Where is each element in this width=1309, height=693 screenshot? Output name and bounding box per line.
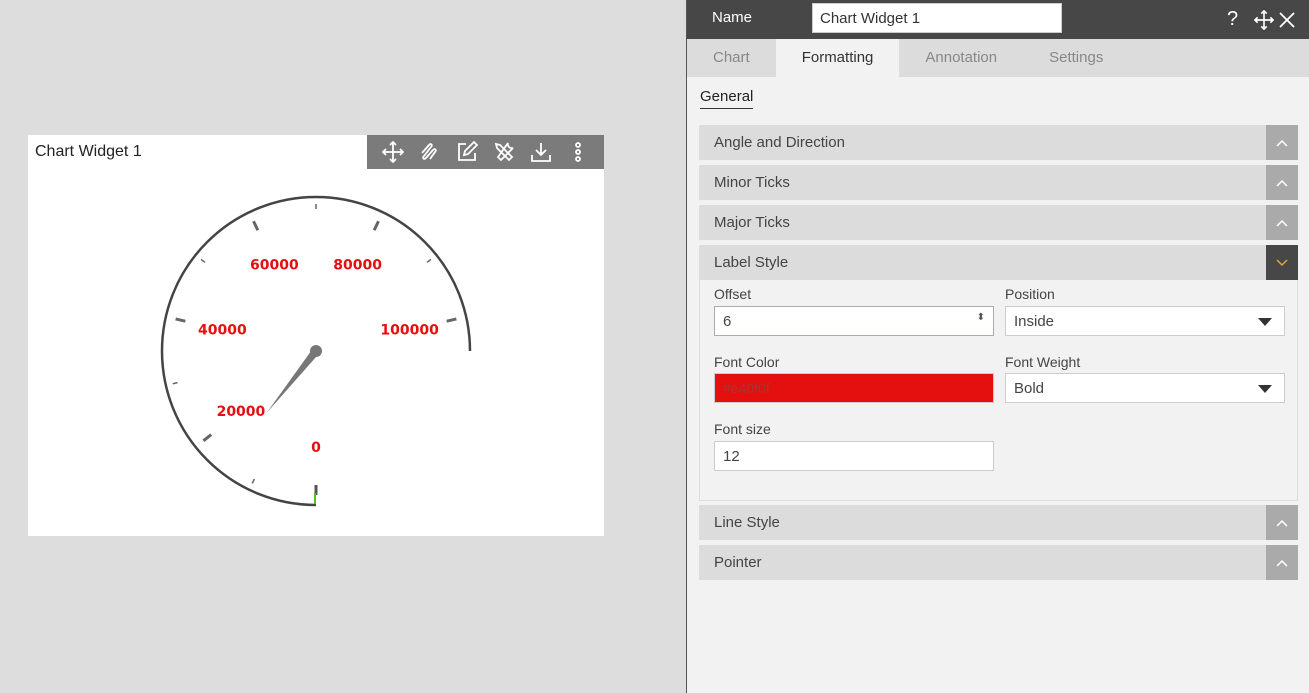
major-tick [372, 220, 380, 231]
tick-label: 80000 [333, 258, 382, 274]
section-label-style[interactable]: Label Style [699, 245, 1298, 280]
offset-label: Offset [714, 286, 752, 302]
chevron-up-icon[interactable] [1266, 205, 1298, 240]
widget-title: Chart Widget 1 [35, 143, 142, 160]
link-icon[interactable] [418, 140, 442, 164]
font-color-label: Font Color [714, 354, 780, 370]
minor-tick [426, 258, 432, 264]
spinner-icon[interactable]: ⬍ [977, 312, 985, 323]
position-label: Position [1005, 286, 1055, 302]
section-pointer[interactable]: Pointer [699, 545, 1298, 580]
tick-label: 60000 [250, 258, 299, 274]
chevron-up-icon[interactable] [1266, 165, 1298, 200]
minor-tick [200, 258, 206, 264]
offset-input[interactable]: 6 ⬍ [714, 306, 994, 336]
subtab-general[interactable]: General [700, 88, 754, 109]
move-icon[interactable] [1253, 9, 1275, 36]
pointer-cap [310, 345, 322, 357]
section-title: Angle and Direction [714, 134, 845, 151]
section-title: Line Style [714, 514, 780, 531]
section-major-ticks[interactable]: Major Ticks [699, 205, 1298, 240]
major-tick [202, 433, 213, 442]
name-input[interactable] [812, 3, 1062, 33]
section-title: Pointer [714, 554, 762, 571]
font-size-input[interactable]: 12 [714, 441, 994, 471]
move-icon[interactable] [381, 140, 405, 164]
font-weight-label: Font Weight [1005, 354, 1081, 370]
download-icon[interactable] [529, 140, 553, 164]
widget-toolbar [367, 135, 604, 169]
font-weight-value: Bold [1014, 380, 1045, 397]
help-icon[interactable]: ? [1227, 8, 1238, 31]
font-color-input[interactable]: #e40f0f [714, 373, 994, 403]
properties-panel: Name ? Chart Formatting Annotation Setti… [686, 0, 1309, 693]
gauge-pointer [266, 348, 320, 413]
position-select[interactable]: Inside [1005, 306, 1285, 336]
major-tick [175, 317, 186, 323]
offset-value: 6 [723, 313, 732, 330]
tab-annotation[interactable]: Annotation [899, 39, 1023, 77]
minor-tick [251, 478, 256, 484]
close-icon[interactable] [1279, 11, 1295, 34]
chevron-up-icon[interactable] [1266, 545, 1298, 580]
panel-header: Name ? [687, 0, 1309, 39]
major-tick [252, 220, 260, 231]
tab-chart[interactable]: Chart [687, 39, 776, 77]
tools-icon[interactable] [492, 140, 516, 164]
section-minor-ticks[interactable]: Minor Ticks [699, 165, 1298, 200]
chevron-up-icon[interactable] [1266, 505, 1298, 540]
tick-label: 40000 [198, 323, 247, 339]
chevron-up-icon[interactable] [1266, 125, 1298, 160]
section-angle-direction[interactable]: Angle and Direction [699, 125, 1298, 160]
minor-tick [172, 381, 178, 385]
dropdown-arrow-icon [1258, 318, 1272, 326]
section-line-style[interactable]: Line Style [699, 505, 1298, 540]
panel-tabs: Chart Formatting Annotation Settings [687, 39, 1309, 77]
tab-settings[interactable]: Settings [1023, 39, 1129, 77]
chevron-down-icon[interactable] [1266, 245, 1298, 280]
tick-label: 0 [311, 440, 321, 456]
font-size-label: Font size [714, 421, 771, 437]
label-style-body: Offset 6 ⬍ Position Inside Font Color #e4… [699, 280, 1298, 501]
gauge-chart: 0 20000 40000 60000 80000 100000 [160, 195, 472, 507]
section-title: Minor Ticks [714, 174, 790, 191]
font-weight-select[interactable]: Bold [1005, 373, 1285, 403]
section-title: Label Style [714, 254, 789, 271]
dropdown-arrow-icon [1258, 385, 1272, 393]
section-title: Major Ticks [714, 214, 790, 231]
tick-label: 100000 [380, 323, 439, 339]
major-tick [446, 317, 457, 323]
edit-icon[interactable] [455, 140, 479, 164]
tab-formatting[interactable]: Formatting [775, 39, 900, 77]
tick-label: 20000 [217, 404, 266, 420]
more-icon[interactable] [566, 140, 590, 164]
position-value: Inside [1014, 313, 1055, 330]
chart-widget: 0 20000 40000 60000 80000 100000 Chart Widget… [28, 135, 604, 536]
name-label: Name [712, 9, 753, 26]
